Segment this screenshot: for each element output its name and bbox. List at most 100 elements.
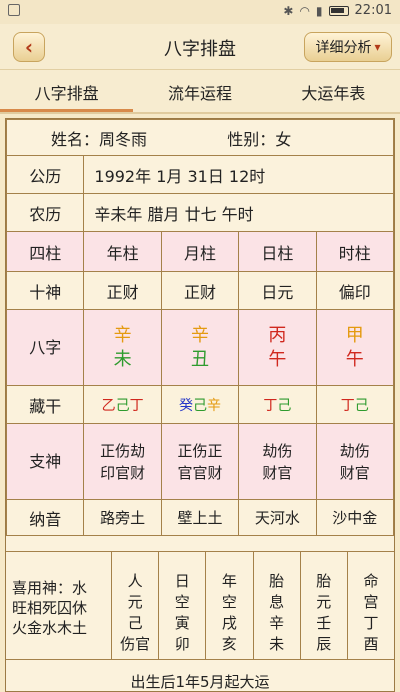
nongli-label: 农历: [5, 193, 85, 232]
name-text: 姓名：周冬雨: [51, 129, 148, 149]
col-text: 息: [269, 593, 285, 611]
col-text: 日: [174, 572, 190, 590]
canggan-0: 乙己丁: [83, 385, 162, 424]
col-text: 伤官: [120, 635, 151, 653]
status-time: 22:01: [354, 3, 392, 18]
zhishen-2: 劫伤 财官: [238, 423, 317, 500]
renyuan-column: 人 元 己 伤官: [112, 552, 160, 659]
bazi-pillar-0: 辛未: [83, 309, 162, 386]
pillar-header-year: 年柱: [83, 231, 162, 272]
tab-liunian-yuncheng[interactable]: 流年运程: [133, 70, 266, 114]
col-text: 元: [127, 593, 143, 611]
canggan-2: 丁己: [238, 385, 317, 424]
col-text: 空: [174, 593, 190, 611]
nayin-month: 壁上土: [160, 499, 240, 536]
nayin-day: 天河水: [238, 499, 317, 536]
rikong-column: 日 空 寅 卯: [159, 552, 207, 659]
bottom-info: 喜用神：水 旺相死囚休 火金水木土 人 元 己 伤官 日 空 寅 卯 年 空 戌…: [6, 551, 394, 659]
bazi-panel: 姓名：周冬雨 性别：女 公历 1992年 1月 31日 12时 农历 辛未年 腊…: [5, 118, 395, 692]
notification-icon: [8, 4, 20, 16]
wangxiang-row-2: 火金水木土: [12, 619, 88, 637]
col-text: 命: [363, 572, 379, 590]
col-text: 辰: [316, 635, 332, 653]
col-text: 元: [316, 593, 332, 611]
zhishen-line: 财官: [339, 463, 370, 482]
shishen-month: 正财: [160, 271, 240, 310]
tab-dayun-nianbiao[interactable]: 大运年表: [267, 70, 400, 114]
canggan-label: 藏干: [5, 385, 85, 424]
canggan-char: 丁: [340, 397, 355, 414]
sizhu-label: 四柱: [5, 231, 85, 272]
col-text: 卯: [174, 635, 190, 653]
title-bar: ‹ 八字排盘 详细分析 ▾: [0, 24, 400, 70]
chevron-down-icon: ▾: [374, 40, 381, 54]
taiyuan-column: 胎 元 壬 辰: [301, 552, 348, 659]
zhishen-line: 劫伤: [262, 441, 293, 460]
dayun-footer: 出生后1年5月起大运: [6, 659, 394, 692]
detail-analysis-button[interactable]: 详细分析 ▾: [304, 32, 392, 62]
shishen-hour: 偏印: [315, 271, 395, 310]
zhishen-line: 正伤正: [177, 441, 223, 460]
gongli-value: 1992年 1月 31日 12时: [83, 155, 394, 194]
zhishen-line: 正伤劫: [100, 441, 146, 460]
col-text: 人: [127, 572, 143, 590]
shishen-year: 正财: [83, 271, 162, 310]
tab-bar: 八字排盘 流年运程 大运年表: [0, 70, 400, 114]
zhishen-0: 正伤劫 印官财: [83, 423, 162, 500]
bazi-pillar-3: 甲午: [315, 309, 395, 386]
canggan-char: 丁: [129, 397, 144, 414]
status-bar: ✱ ◠ ▮ 22:01: [0, 0, 400, 24]
niankong-column: 年 空 戌 亥: [206, 552, 254, 659]
heavenly-stem: 辛: [190, 324, 209, 346]
earthly-branch: 午: [345, 348, 364, 370]
signal-icon: ▮: [315, 3, 323, 18]
bluetooth-icon: ✱: [283, 3, 294, 18]
battery-icon: [328, 5, 349, 16]
detail-analysis-label: 详细分析: [315, 40, 372, 56]
col-text: 戌: [221, 614, 237, 632]
bazi-pillar-2: 丙午: [238, 309, 317, 386]
shishen-day: 日元: [238, 271, 317, 310]
tab-bazi-paipan[interactable]: 八字排盘: [0, 70, 134, 114]
zhishen-line: 财官: [262, 463, 293, 482]
nongli-value: 辛未年 腊月 廿七 午时: [83, 193, 394, 232]
canggan-char: 己: [192, 397, 207, 414]
col-text: 空: [221, 593, 237, 611]
col-text: 寅: [174, 614, 190, 632]
zhishen-label: 支神: [5, 423, 85, 500]
pillar-header-month: 月柱: [160, 231, 240, 272]
tab-divider: [0, 112, 400, 114]
bazi-pillar-1: 辛丑: [160, 309, 240, 386]
bazi-label: 八字: [5, 309, 85, 386]
xiyong-block: 喜用神：水 旺相死囚休 火金水木土: [6, 552, 112, 659]
canggan-char: 癸: [178, 397, 193, 414]
bazi-table: 姓名：周冬雨 性别：女 公历 1992年 1月 31日 12时 农历 辛未年 腊…: [5, 119, 395, 536]
pillar-header-day: 日柱: [238, 231, 317, 272]
shishen-label: 十神: [5, 271, 85, 310]
col-text: 己: [127, 614, 143, 632]
canggan-char: 己: [277, 397, 292, 414]
gongli-label: 公历: [5, 155, 85, 194]
heavenly-stem: 辛: [113, 324, 132, 346]
name-gender-cell: 姓名：周冬雨 性别：女: [6, 119, 394, 156]
earthly-branch: 未: [113, 348, 132, 370]
zhishen-3: 劫伤 财官: [315, 423, 395, 500]
col-text: 丁: [363, 614, 379, 632]
col-text: 年: [221, 572, 237, 590]
col-text: 辛: [269, 614, 285, 632]
zhishen-1: 正伤正 官官财: [160, 423, 240, 500]
col-text: 胎: [269, 572, 285, 590]
canggan-char: 己: [354, 397, 369, 414]
canggan-3: 丁己: [315, 385, 395, 424]
earthly-branch: 午: [268, 348, 287, 370]
nayin-label: 纳音: [5, 499, 85, 536]
pillar-header-hour: 时柱: [315, 231, 395, 272]
xiyong-text: 喜用神：水: [12, 579, 88, 597]
minggong-column: 命 宫 丁 酉: [348, 552, 394, 659]
canggan-char: 丁: [263, 397, 278, 414]
nayin-hour: 沙中金: [315, 499, 395, 536]
col-text: 壬: [316, 614, 332, 632]
col-text: 酉: [363, 635, 379, 653]
zhishen-line: 印官财: [100, 463, 146, 482]
gender-text: 性别：女: [227, 129, 292, 149]
